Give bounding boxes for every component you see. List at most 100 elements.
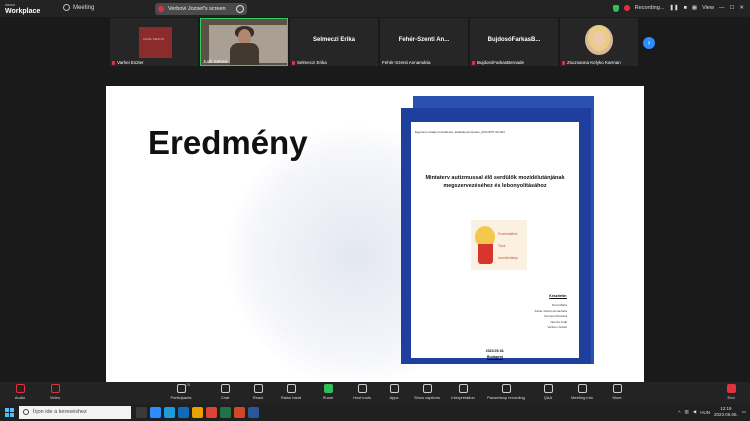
word-icon[interactable] [248,407,259,418]
close-icon[interactable]: ✕ [739,5,744,11]
muted-mic-icon [112,60,115,65]
video-off-icon [50,384,60,393]
system-tray: ^ ▥ ◀ HUN 12:19 2023.06.06. ▭ [678,406,746,418]
audio-label: Audio [14,395,26,400]
logo-text-line: Szombattétve [498,232,518,236]
screen-share-indicator[interactable]: Verbovi Jozsef's screen [155,3,247,15]
meeting-info-label: Meeting info [571,395,593,400]
end-label: End [727,395,735,400]
clock-date: 2023.06.06. [713,412,738,417]
share-button[interactable]: Share [311,384,345,400]
taskbar-search-input[interactable]: Írjon ide a kereséshez [19,406,131,419]
meeting-toolbar: Audio Video Participants 74 Chat React R… [0,382,750,404]
more-icon [612,384,622,393]
host-tools-button[interactable]: Host tools [345,384,379,400]
authors-list: Dora Mária Fehér-Szenti Annamária Kurmus… [487,303,567,331]
pause-recording-button[interactable]: Pause/stop recording [484,384,528,400]
react-button[interactable]: React [241,384,275,400]
view-label[interactable]: View [702,5,714,11]
notification-icon[interactable]: ▭ [742,409,746,415]
share-options-icon[interactable] [236,5,244,13]
powerpoint-icon[interactable] [234,407,245,418]
chat-label: Chat [220,395,230,400]
participant-name: Varhei Eszter [112,60,144,65]
file-explorer-icon[interactable] [192,407,203,418]
participants-count: 74 [186,383,190,387]
recording-dot-icon [623,5,630,11]
volume-icon[interactable]: ◀ [693,409,696,415]
more-button[interactable]: More [600,384,634,400]
next-page-arrow-icon[interactable]: › [643,37,655,49]
participant-display-name: Fehér-Szenti An... [398,37,450,43]
windows-taskbar: Írjon ide a kereséshez ^ ▥ ◀ HUN 12:19 2… [0,404,750,421]
windows-start-icon[interactable] [5,408,14,417]
participant-name-text: Zsuzsanna Kelyko Karman [567,60,621,65]
document-date: 2023.05.18. [485,349,505,353]
security-shield-icon[interactable] [612,4,619,12]
search-placeholder: Írjon ide a kereséshez [33,409,87,415]
react-label: React [252,395,264,400]
muted-mic-icon [562,60,565,65]
chrome-icon[interactable] [206,407,217,418]
participant-tile-active-speaker[interactable]: Judit Sebesi [200,18,288,66]
meeting-menu[interactable]: Meeting [63,4,94,11]
avatar-face [593,31,605,46]
react-icon [253,384,263,393]
apps-icon [389,384,399,393]
meeting-info-button[interactable]: Meeting info [565,384,599,400]
meeting-icon [63,4,70,11]
qa-button[interactable]: Q&A [531,384,565,400]
info-icon [577,384,587,393]
zoom-app-icon[interactable] [150,407,161,418]
shared-slide: Eredmény Egyetemi szakjei hozzáférés, ak… [106,86,644,382]
minimize-icon[interactable]: — [719,5,725,11]
participant-strip: LEVEL MEZON Varhei Eszter Judit Sebesi S… [110,18,638,66]
participant-name-text: Varhei Eszter [117,60,144,65]
edge-icon[interactable] [164,407,175,418]
video-label: Video [49,395,61,400]
tray-chevron-icon[interactable]: ^ [678,410,680,415]
chat-button[interactable]: Chat [208,384,242,400]
raise-hand-button[interactable]: Raise hand [274,384,308,400]
participant-name: Zsuzsanna Kelyko Karman [562,60,621,65]
network-icon[interactable]: ▥ [684,409,688,415]
end-icon [726,384,736,393]
cc-icon [422,384,432,393]
view-icon: ▦ [691,5,698,11]
captions-button[interactable]: Show captions [410,384,444,400]
zoom-title-bar: zoom Workplace Meeting Verbovi Jozsef's … [0,0,750,17]
participant-book-image: LEVEL MEZON [139,27,172,58]
end-button[interactable]: End [714,384,748,400]
participant-display-name: Selmeczi Erika [312,37,356,43]
meeting-label: Meeting [73,5,95,12]
audio-button[interactable]: Audio [3,384,37,400]
captions-label: Show captions [413,395,440,400]
document-city: Budapest [487,355,503,359]
participant-tile[interactable]: Zsuzsanna Kelyko Karman [560,18,638,66]
apps-button[interactable]: Apps [377,384,411,400]
camera-person-body [230,43,259,65]
stop-icon[interactable]: ■ [684,5,687,11]
taskbar-clock[interactable]: 12:19 2023.06.06. [714,406,738,418]
video-button[interactable]: Video [38,384,72,400]
muted-mic-icon [292,60,295,65]
participant-name: Judit Sebesi [203,59,228,64]
muted-mic-icon [472,60,475,65]
excel-icon[interactable] [220,407,231,418]
document-header-text: Egyetemi szakjei hozzáférés, akadályment… [415,130,505,134]
pause-icon[interactable]: ❚❚ [669,5,678,11]
interpretation-button[interactable]: Interpretation [446,384,480,400]
host-tools-label: Host tools [353,395,371,400]
document-title: Mintaterv autizmussal élő serdülők mozid… [425,175,565,189]
language-indicator[interactable]: HUN [700,410,710,415]
recording-label[interactable]: Recording... [635,5,665,11]
participant-tile[interactable]: LEVEL MEZON Varhei Eszter [110,18,198,66]
outlook-icon[interactable] [178,407,189,418]
maximize-icon[interactable]: ☐ [729,5,734,11]
participant-tile[interactable]: Selmeczi Erika Selmeczi Erika [290,18,378,66]
participants-label: Participants [170,395,192,400]
task-view-icon[interactable] [136,407,147,418]
participant-tile[interactable]: Fehér-Szenti An... Fehér-Szenti Annamári… [380,18,468,66]
participant-name: BujdosóFarkasBernade [472,60,524,65]
participant-tile[interactable]: BujdosóFarkasB... BujdosóFarkasBernade [470,18,558,66]
